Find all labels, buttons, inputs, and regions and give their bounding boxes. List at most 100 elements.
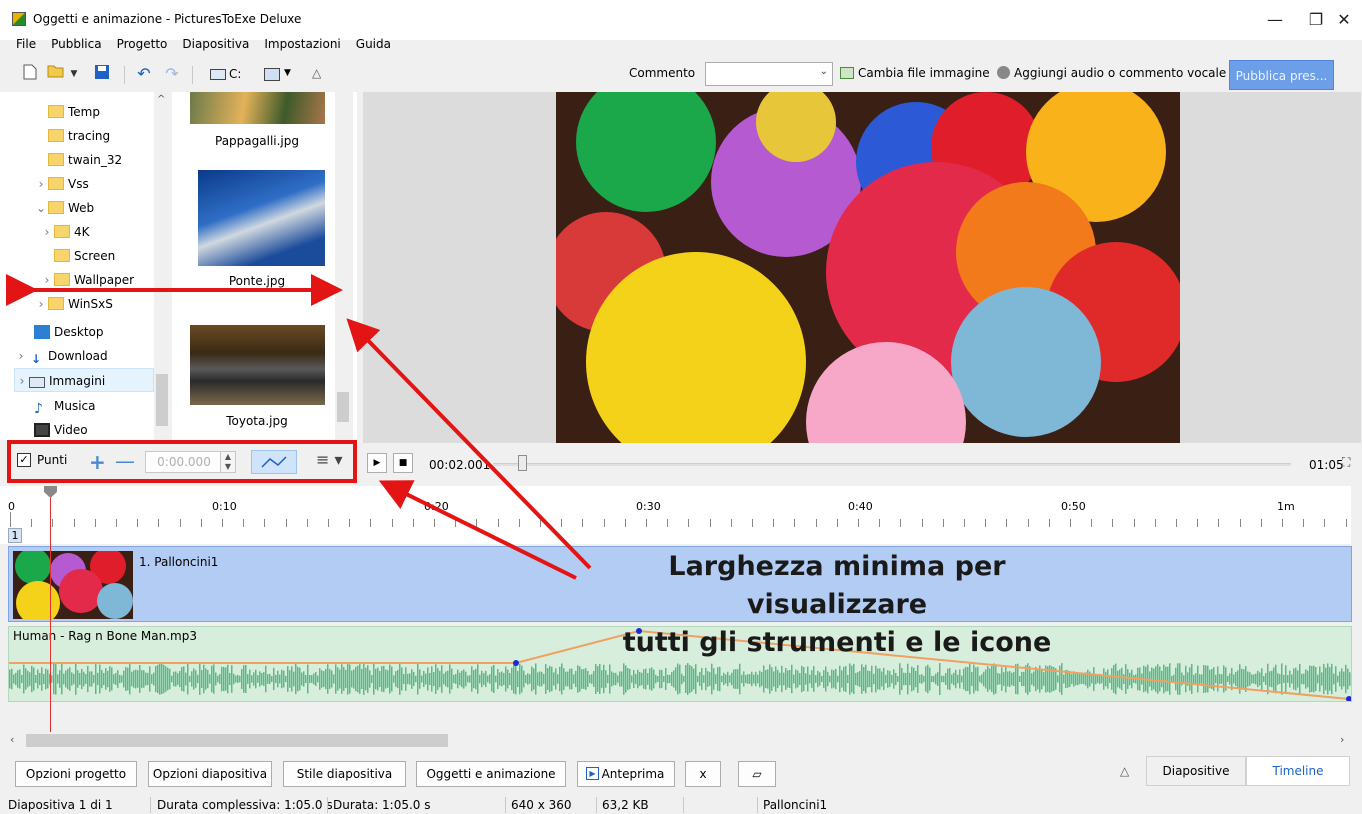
waveform-bar [1097, 675, 1099, 683]
waveform-bar [1323, 663, 1325, 695]
slide-options-button[interactable]: Opzioni diapositiva [148, 761, 272, 787]
tree-item-musica[interactable]: ♪ Musica [20, 394, 96, 418]
tree-item-immagini[interactable]: › Immagini [14, 368, 154, 392]
undo-icon[interactable]: ↶ [134, 64, 154, 84]
menu-file[interactable]: File [16, 37, 36, 51]
tree-item-video[interactable]: Video [20, 418, 88, 440]
expand-icon[interactable]: › [14, 344, 28, 368]
add-audio-button[interactable]: Aggiungi audio o commento vocale [997, 66, 1226, 80]
expand-icon[interactable]: › [40, 220, 54, 244]
publish-button[interactable]: Pubblica pres... [1229, 60, 1334, 90]
playhead-handle[interactable] [44, 486, 57, 498]
fullscreen-icon[interactable]: ⛶ [1342, 455, 1350, 470]
slide-number-marker[interactable]: 1 [8, 528, 22, 543]
drive-label[interactable]: C: [229, 67, 241, 81]
scroll-left-icon[interactable]: ‹ [10, 733, 14, 746]
scrollbar-thumb[interactable] [337, 392, 349, 422]
collapse-icon[interactable]: △ [1120, 764, 1129, 778]
tree-item-wallpaper[interactable]: › Wallpaper [40, 268, 134, 292]
tree-item-twain32[interactable]: twain_32 [34, 148, 122, 172]
waveform-bar [491, 666, 493, 692]
waveform-bar [711, 663, 713, 695]
waveform-bar [935, 673, 937, 685]
objects-animation-button[interactable]: Oggetti e animazione [416, 761, 566, 787]
waveform-bar [427, 667, 429, 691]
menu-progetto[interactable]: Progetto [117, 37, 168, 51]
waveform-bar [1165, 666, 1167, 692]
tree-item-web[interactable]: ⌄ Web [34, 196, 94, 220]
menu-diapositiva[interactable]: Diapositiva [182, 37, 249, 51]
timeline-ruler[interactable]: 0 0:10 0:20 0:30 0:40 0:50 1m 1 [0, 486, 1351, 544]
waveform-bar [831, 669, 833, 689]
redo-icon[interactable]: ↷ [162, 64, 182, 84]
menu-guida[interactable]: Guida [356, 37, 391, 51]
tree-item-tracing[interactable]: tracing [34, 124, 110, 148]
waveform-bar [27, 670, 29, 688]
scrollbar-thumb[interactable] [26, 734, 448, 747]
waveform-bar [47, 669, 49, 689]
tree-item-4k[interactable]: › 4K [40, 220, 90, 244]
thumbnail-pappagalli[interactable] [190, 92, 325, 124]
view-dropdown-icon[interactable]: ▼ [284, 68, 291, 78]
tree-item-winsxs[interactable]: › WinSxS [34, 292, 113, 316]
drive-icon[interactable] [210, 69, 226, 80]
save-icon[interactable] [92, 64, 112, 84]
tree-item-vss[interactable]: › Vss [34, 172, 89, 196]
folder-tree-scrollbar[interactable]: ^ [154, 92, 170, 440]
open-dropdown-icon[interactable]: ▼ [68, 64, 80, 84]
menu-pubblica[interactable]: Pubblica [51, 37, 101, 51]
ruler-tick [1112, 519, 1113, 527]
expand-icon[interactable]: › [15, 369, 29, 393]
waveform-bar [1197, 665, 1199, 693]
scrollbar-thumb[interactable] [156, 374, 168, 426]
tab-timeline[interactable]: Timeline [1246, 756, 1350, 786]
waveform-bar [989, 668, 991, 690]
tree-item-desktop[interactable]: Desktop [20, 320, 104, 344]
tree-item-download[interactable]: › ↓ Download [14, 344, 108, 368]
slide-style-button[interactable]: Stile diapositiva [283, 761, 406, 787]
close-preview-button[interactable]: x [685, 761, 721, 787]
play-icon[interactable]: ▶ [367, 453, 387, 473]
waveform-bar [603, 664, 605, 694]
position-slider[interactable] [493, 463, 1291, 466]
thumbnail-toyota[interactable] [190, 325, 325, 405]
waveform-bar [1117, 670, 1119, 688]
waveform-bar [1337, 675, 1339, 683]
waveform-bar [1179, 663, 1181, 695]
waveform-bar [1275, 664, 1277, 694]
preview-button[interactable]: ▶ Anteprima [577, 761, 675, 787]
change-image-button[interactable]: Cambia file immagine [840, 66, 990, 80]
open-folder-icon[interactable] [46, 64, 66, 84]
close-button[interactable]: ✕ [1324, 6, 1362, 34]
minimize-button[interactable]: — [1255, 6, 1295, 34]
waveform-bar [37, 669, 39, 689]
thumbnail-scrollbar[interactable] [335, 92, 353, 440]
collapse-icon[interactable]: ⌄ [34, 196, 48, 220]
timeline-scrollbar[interactable]: ‹ › [8, 732, 1352, 750]
waveform-bar [737, 669, 739, 689]
waveform-bar [433, 672, 435, 686]
waveform-bar [453, 674, 455, 684]
slide-thumbnail[interactable] [13, 551, 133, 619]
position-slider-knob[interactable] [517, 455, 527, 471]
project-options-button[interactable]: Opzioni progetto [15, 761, 137, 787]
commento-select[interactable]: ⌄ [705, 62, 833, 86]
thumbnail-ponte[interactable] [198, 170, 325, 266]
waveform-bar [57, 674, 59, 684]
waveform-bar [1123, 674, 1125, 684]
expand-icon[interactable]: › [40, 268, 54, 292]
expand-icon[interactable]: › [34, 292, 48, 316]
screen-button[interactable]: ▱ [738, 761, 776, 787]
scroll-right-icon[interactable]: › [1340, 733, 1344, 746]
tab-diapositive[interactable]: Diapositive [1146, 756, 1246, 786]
expand-icon[interactable]: › [34, 172, 48, 196]
view-mode-icon[interactable] [264, 68, 280, 81]
new-file-icon[interactable] [20, 64, 40, 84]
menu-impostazioni[interactable]: Impostazioni [264, 37, 340, 51]
preview-image[interactable] [556, 92, 1180, 443]
tree-item-temp[interactable]: Temp [34, 100, 100, 124]
stop-icon[interactable]: ■ [393, 453, 413, 473]
tree-item-screen[interactable]: Screen [40, 244, 115, 268]
waveform-bar [471, 666, 473, 692]
collapse-icon[interactable]: △ [312, 66, 321, 80]
